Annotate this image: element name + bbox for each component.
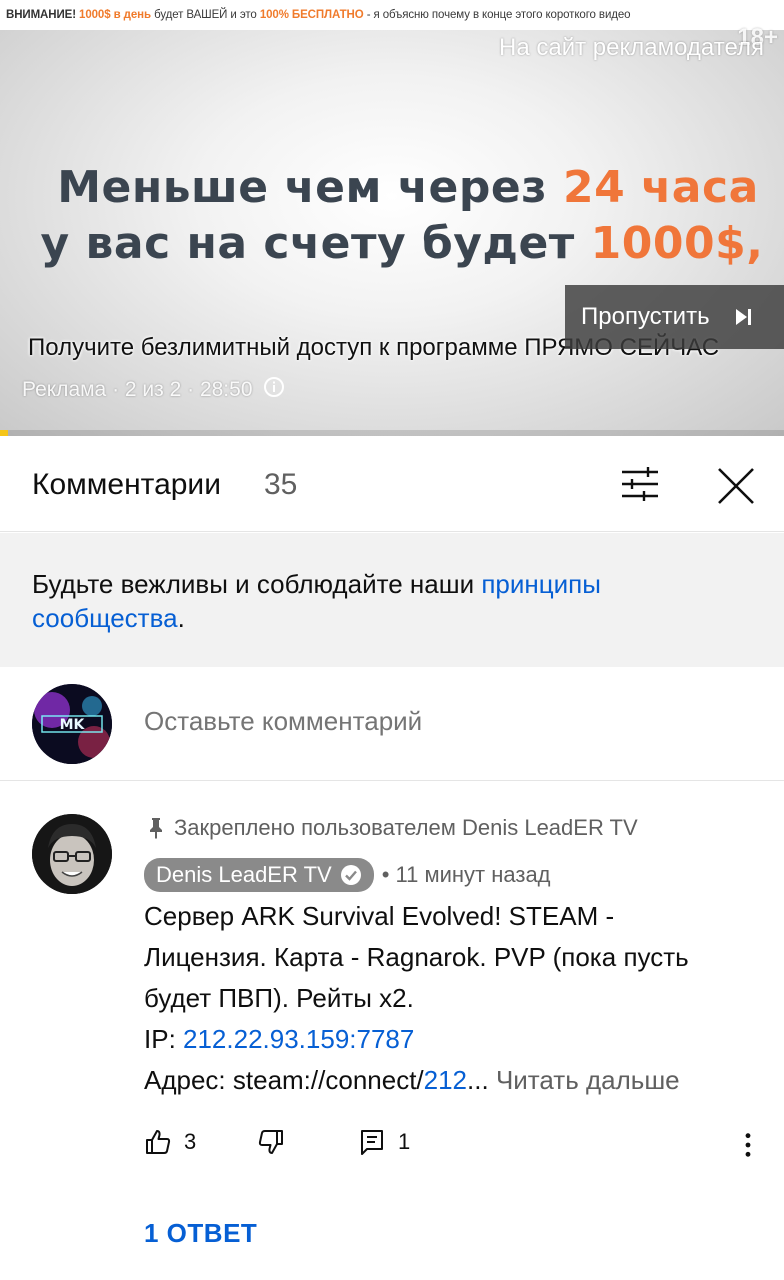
comment-text: Сервер ARK Survival Evolved! STEAM - Лиц…: [144, 896, 754, 1101]
comment-timestamp: • 11 минут назад: [381, 862, 551, 887]
headline-2b: 1000$,: [590, 218, 764, 269]
ad-meta-text: Реклама · 2 из 2 · 28:50: [22, 378, 253, 401]
thumb-up-icon: [146, 1130, 171, 1154]
author-name: Denis LeadER TV: [156, 862, 332, 887]
pinned-text: Закреплено пользователем Denis LeadER TV: [174, 815, 638, 840]
avatar[interactable]: MK: [32, 684, 112, 764]
comments-header: Комментарии 35: [0, 436, 784, 532]
community-guidelines-notice: Будьте вежливы и соблюдайте наши принцип…: [0, 533, 784, 667]
dislike-button[interactable]: [257, 1128, 285, 1156]
close-icon: [718, 468, 754, 504]
headline-1b: 24 часа: [563, 162, 759, 213]
close-comments-button[interactable]: [714, 464, 758, 508]
ad-top-banner: ВНИМАНИЕ! 1000$ в день будет ВАШЕЙ и это…: [0, 0, 784, 30]
address-link[interactable]: 212: [424, 1065, 467, 1095]
headline-1a: Меньше чем через: [57, 162, 564, 213]
read-more-button[interactable]: Читать дальше: [496, 1065, 680, 1095]
pinned-label: Закреплено пользователем Denis LeadER TV: [146, 815, 638, 841]
ad-headline-line1: Меньше чем через 24 часа: [16, 162, 784, 213]
comment-menu-button[interactable]: [738, 1130, 758, 1160]
view-replies-button[interactable]: 1 ОТВЕТ: [144, 1218, 257, 1249]
banner-text-2: 1000$ в день: [79, 9, 151, 21]
notice-end: .: [177, 603, 185, 633]
author-row: Denis LeadER TV • 11 минут назад: [144, 858, 551, 892]
address-label: Адрес: steam://connect/: [144, 1065, 424, 1095]
comment-icon: [361, 1130, 383, 1155]
ad-headline-line2: у вас на счету будет 1000$,: [10, 218, 784, 269]
banner-text-5: - я объясню почему в конце этого коротко…: [366, 9, 631, 21]
comment-line: будет ПВП). Рейты x2.: [144, 983, 414, 1013]
sort-filter-button[interactable]: [618, 464, 662, 504]
banner-text-4: 100% БЕСПЛАТНО: [259, 9, 364, 21]
address-ellipsis: ...: [467, 1065, 489, 1095]
ip-label: IP:: [144, 1024, 184, 1054]
skip-label: Пропустить: [581, 303, 710, 330]
skip-ad-button[interactable]: Пропустить: [565, 285, 784, 349]
comment-address-line: Адрес: steam://connect/212... Читать дал…: [144, 1060, 754, 1101]
info-icon[interactable]: [263, 376, 285, 404]
more-vertical-icon: [745, 1133, 751, 1157]
reply-button[interactable]: 1: [358, 1128, 410, 1156]
like-button[interactable]: 3: [144, 1128, 196, 1156]
advertiser-link[interactable]: На сайт рекламодателя: [499, 34, 764, 62]
ad-video-player[interactable]: ВНИМАНИЕ! 1000$ в день будет ВАШЕЙ и это…: [0, 0, 784, 436]
author-name-chip[interactable]: Denis LeadER TV: [144, 858, 374, 892]
comment-line: Сервер ARK Survival Evolved! STEAM -: [144, 901, 615, 931]
headline-2a: у вас на счету будет: [40, 218, 591, 269]
thumb-down-icon: [258, 1130, 283, 1154]
skip-next-icon: [732, 306, 756, 328]
comment-line: Лицензия. Карта - Ragnarok. PVP (пока пу…: [144, 942, 689, 972]
ad-meta: Реклама · 2 из 2 · 28:50: [22, 376, 285, 404]
add-comment-row: MK: [0, 668, 784, 781]
comment-actions: 3 1: [144, 1128, 764, 1168]
notice-text: Будьте вежливы и соблюдайте наши: [32, 569, 482, 599]
comment-input[interactable]: [144, 706, 744, 737]
banner-text-1: ВНИМАНИЕ!: [6, 9, 76, 21]
verified-check-icon: [340, 865, 361, 885]
pin-icon: [150, 818, 162, 839]
comments-count: 35: [264, 468, 298, 501]
ip-link[interactable]: 212.22.93.159:7787: [183, 1024, 414, 1054]
banner-text-3: будет ВАШЕЙ и это: [154, 9, 257, 21]
author-avatar[interactable]: [32, 814, 112, 894]
svg-text:MK: MK: [60, 717, 86, 733]
comment-ip-line: IP: 212.22.93.159:7787: [144, 1019, 754, 1060]
comments-title: Комментарии: [32, 468, 221, 501]
sliders-icon: [622, 467, 658, 501]
like-count: 3: [184, 1129, 197, 1154]
pinned-comment: Закреплено пользователем Denis LeadER TV…: [0, 782, 784, 1280]
reply-count: 1: [398, 1129, 411, 1154]
